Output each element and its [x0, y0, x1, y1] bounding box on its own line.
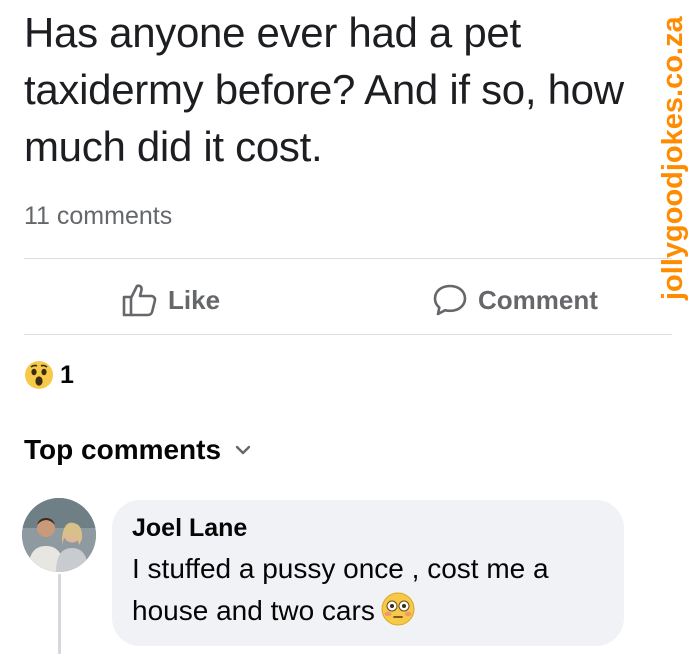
watermark-text: jollygoodjokes.co.za	[657, 16, 689, 301]
top-divider	[24, 258, 672, 259]
avatar[interactable]	[22, 498, 96, 572]
profile-photo	[22, 498, 96, 572]
post-text: Has anyone ever had a pet taxidermy befo…	[24, 9, 624, 170]
bottom-divider	[24, 334, 672, 335]
watermark: jollygoodjokes.co.za	[657, 16, 689, 301]
thumbs-up-icon	[122, 284, 157, 317]
comment-text: I stuffed a pussy once , cost me a house…	[132, 548, 617, 632]
wow-face-icon	[25, 361, 53, 389]
comment-button[interactable]: Comment	[432, 282, 598, 318]
flushed-face-icon	[381, 592, 415, 626]
comment-bubble-icon	[433, 284, 467, 316]
comment-bubble: Joel Lane I stuffed a pussy once , cost …	[112, 500, 624, 646]
reaction-summary[interactable]: 1	[24, 360, 74, 390]
thread-line	[58, 574, 61, 654]
reaction-count: 1	[60, 360, 74, 389]
like-button[interactable]: Like	[122, 282, 220, 318]
chevron-down-icon	[235, 445, 251, 455]
like-label: Like	[168, 284, 221, 315]
sort-label: Top comments	[24, 434, 222, 465]
comments-sort-dropdown[interactable]: Top comments	[24, 434, 251, 466]
comments-count[interactable]: 11 comments	[24, 202, 172, 231]
comment-label: Comment	[478, 284, 598, 315]
comment-body: I stuffed a pussy once , cost me a house…	[132, 553, 549, 626]
comment-author[interactable]: Joel Lane	[132, 514, 247, 543]
